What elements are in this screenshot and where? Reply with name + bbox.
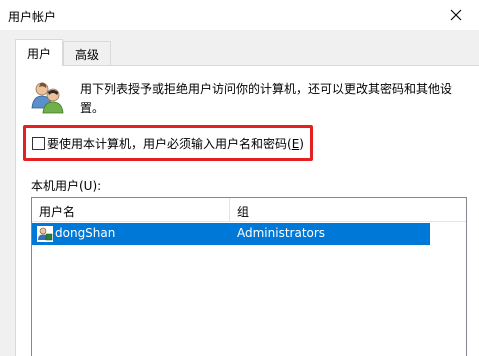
require-password-label[interactable]: 要使用本计算机，用户必须输入用户名和密码(E) [47, 135, 304, 152]
local-users-label: 本机用户(U): [31, 179, 102, 193]
row-username: dongShan [55, 226, 116, 240]
users-tab-panel: 用下列表授予或拒绝用户访问你的计算机，还可以更改其密码和其他设置。 要使用本计算… [15, 65, 479, 356]
close-icon [450, 9, 462, 21]
table-row[interactable]: dongShan Administrators [32, 223, 430, 245]
column-header-group[interactable]: 组 [230, 198, 466, 222]
users-list[interactable]: 用户名 组 dongShan Administrators [31, 197, 467, 356]
row-group: Administrators [237, 226, 326, 240]
checkbox-label-text: 要使用本计算机，用户必须输入用户名和密码( [47, 137, 292, 151]
checkbox-label-suffix: ) [299, 137, 304, 151]
column-header-username[interactable]: 用户名 [32, 198, 230, 222]
title-bar: 用户帐户 [0, 0, 479, 30]
tab-users[interactable]: 用户 [15, 39, 63, 66]
window-title: 用户帐户 [8, 10, 57, 24]
description-text: 用下列表授予或拒绝用户访问你的计算机，还可以更改其密码和其他设置。 [80, 82, 453, 115]
require-password-checkbox[interactable] [32, 137, 45, 150]
users-icon [31, 82, 64, 114]
close-button[interactable] [433, 0, 479, 30]
tab-advanced[interactable]: 高级 [63, 41, 111, 65]
user-icon [37, 226, 53, 242]
list-header: 用户名 组 [32, 198, 466, 222]
dialog-body: 用户 高级 用下列表授予或拒绝用户访问你的计算机，还可以更改其密码和其他设置。 … [0, 30, 479, 356]
